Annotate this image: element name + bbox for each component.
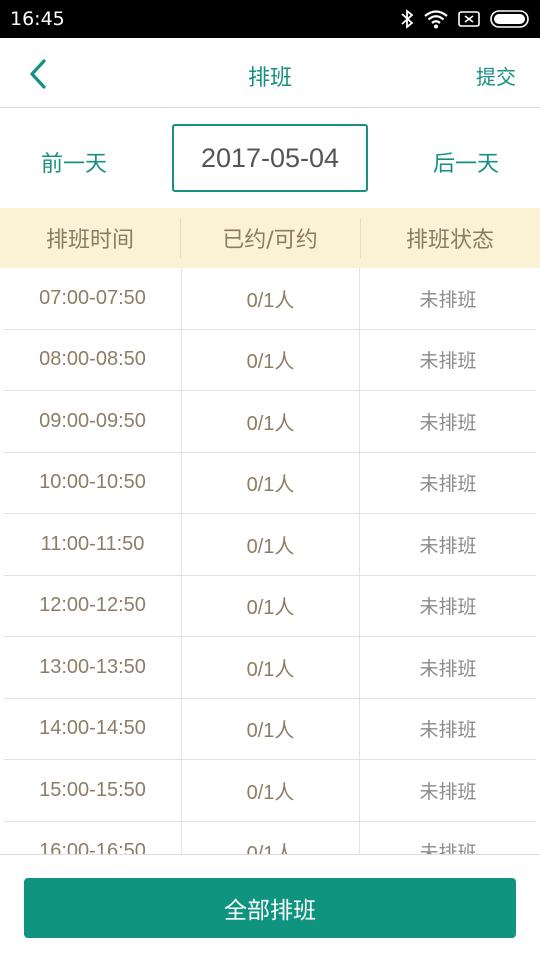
column-header-booked: 已约/可约 xyxy=(180,208,360,268)
next-day-button[interactable]: 后一天 xyxy=(433,146,499,178)
booked-cell: 0/1人 xyxy=(181,760,359,821)
status-cell: 未排班 xyxy=(359,760,536,821)
column-header-time: 排班时间 xyxy=(45,228,134,253)
booked-cell: 0/1人 xyxy=(181,637,359,698)
booked-cell: 0/1人 xyxy=(181,329,359,390)
schedule-all-button[interactable]: 全部排班 xyxy=(24,878,516,938)
status-cell: 未排班 xyxy=(359,391,536,452)
booked-cell: 0/1人 xyxy=(181,514,359,575)
table-row[interactable]: 15:00-15:50 0/1人 未排班 xyxy=(4,760,536,822)
status-cell: 未排班 xyxy=(359,514,536,575)
time-cell: 14:00-14:50 xyxy=(39,717,146,740)
column-header-status: 排班状态 xyxy=(360,208,540,268)
table-row[interactable]: 07:00-07:50 0/1人 未排班 xyxy=(4,268,536,330)
app-header: 排班 提交 xyxy=(0,38,540,108)
status-cell: 未排班 xyxy=(359,329,536,390)
status-icons xyxy=(400,8,532,30)
table-header: 排班时间 已约/可约 排班状态 xyxy=(0,208,540,268)
table-row[interactable]: 10:00-10:50 0/1人 未排班 xyxy=(4,452,536,514)
sim-icon xyxy=(458,11,480,27)
date-navigation: 前一天 2017-05-04 后一天 xyxy=(0,108,540,208)
status-cell: 未排班 xyxy=(359,575,536,636)
status-bar: 16:45 xyxy=(0,0,540,38)
table-row[interactable]: 09:00-09:50 0/1人 未排班 xyxy=(4,391,536,453)
table-row[interactable]: 13:00-13:50 0/1人 未排班 xyxy=(4,637,536,699)
bluetooth-icon xyxy=(401,9,414,29)
table-row[interactable]: 08:00-08:50 0/1人 未排班 xyxy=(4,329,536,391)
table-row[interactable]: 16:00-16:50 0/1人 未排班 xyxy=(4,821,536,854)
time-cell: 11:00-11:50 xyxy=(40,532,145,555)
time-cell: 07:00-07:50 xyxy=(39,286,146,309)
submit-button[interactable]: 提交 xyxy=(476,61,516,90)
previous-day-button[interactable]: 前一天 xyxy=(41,146,107,178)
time-cell: 16:00-16:50 xyxy=(39,840,146,854)
time-cell: 08:00-08:50 xyxy=(39,348,146,371)
bottom-bar: 全部排班 xyxy=(0,854,540,960)
wifi-icon xyxy=(424,10,448,29)
status-cell: 未排班 xyxy=(359,637,536,698)
booked-cell: 0/1人 xyxy=(181,452,359,513)
table-row[interactable]: 11:00-11:50 0/1人 未排班 xyxy=(4,514,536,576)
time-cell: 12:00-12:50 xyxy=(39,594,146,617)
status-cell: 未排班 xyxy=(359,268,536,329)
time-cell: 13:00-13:50 xyxy=(39,655,146,678)
booked-cell: 0/1人 xyxy=(181,575,359,636)
status-cell: 未排班 xyxy=(359,698,536,759)
status-cell: 未排班 xyxy=(359,452,536,513)
booked-cell: 0/1人 xyxy=(181,268,359,329)
status-time: 16:45 xyxy=(10,8,65,30)
table-row[interactable]: 14:00-14:50 0/1人 未排班 xyxy=(4,698,536,760)
battery-icon xyxy=(490,10,529,28)
table-row[interactable]: 12:00-12:50 0/1人 未排班 xyxy=(4,575,536,637)
time-cell: 10:00-10:50 xyxy=(39,471,146,494)
page-title: 排班 xyxy=(247,66,292,91)
schedule-table[interactable]: 07:00-07:50 0/1人 未排班 08:00-08:50 0/1人 未排… xyxy=(4,268,536,854)
status-cell: 未排班 xyxy=(359,821,536,854)
time-cell: 09:00-09:50 xyxy=(39,409,146,432)
time-cell: 15:00-15:50 xyxy=(39,778,146,801)
date-picker[interactable]: 2017-05-04 xyxy=(172,124,368,192)
booked-cell: 0/1人 xyxy=(181,698,359,759)
booked-cell: 0/1人 xyxy=(181,391,359,452)
booked-cell: 0/1人 xyxy=(181,821,359,854)
